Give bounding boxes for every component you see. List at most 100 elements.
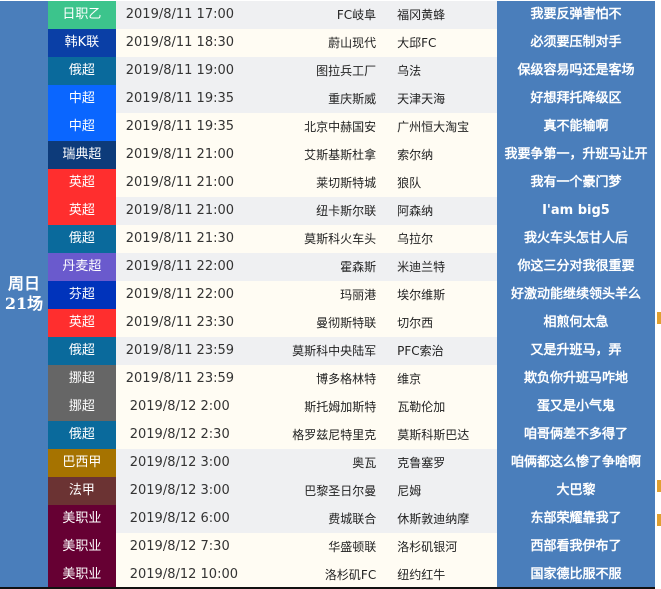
day-name: 周日 — [7, 274, 40, 293]
match-time: 2019/8/11 21:00 — [125, 147, 235, 162]
match-row[interactable]: 巴西甲 2019/8/12 3:00 奥瓦 克鲁塞罗 咱俩都这么惨了争啥啊 — [48, 449, 655, 477]
day-label: 周日 21场 — [0, 1, 48, 587]
home-team: 莫斯科火车头 — [304, 232, 377, 246]
match-comment: 国家德比服不服 — [496, 561, 655, 589]
match-time: 2019/8/11 23:59 — [125, 371, 235, 386]
match-row[interactable]: 韩K联 2019/8/11 18:30 蔚山现代 大邱FC 必须要压制对手 — [48, 29, 656, 57]
match-row[interactable]: 俄超 2019/8/12 2:30 格罗兹尼特里克 莫斯科斯巴达 咱哥俩差不多得了 — [48, 421, 655, 449]
home-team: 纽卡斯尔联 — [316, 204, 377, 218]
match-row[interactable]: 美职业 2019/8/12 6:00 费城联合 休斯敦迪纳摩 东部荣耀靠我了 — [48, 505, 655, 533]
side-marker — [657, 312, 661, 324]
match-time: 2019/8/11 19:35 — [125, 119, 235, 134]
match-time: 2019/8/12 10:00 — [129, 567, 238, 582]
match-comment: 你这三分对我很重要 — [496, 253, 656, 281]
match-row[interactable]: 中超 2019/8/11 19:35 重庆斯威 天津天海 好想拜托降级区 — [48, 85, 656, 113]
league-badge: 美职业 — [48, 505, 116, 533]
match-comment: 相煎何太急 — [496, 309, 656, 337]
match-row[interactable]: 日职乙 2019/8/11 17:00 FC岐阜 福冈黄蜂 我要反弹害怕不 — [48, 1, 656, 29]
league-badge: 英超 — [48, 197, 116, 225]
away-team: PFC索治 — [397, 344, 444, 358]
home-team: 斯托姆加斯特 — [304, 400, 377, 414]
match-row[interactable]: 俄超 2019/8/11 21:30 莫斯科火车头 乌拉尔 我火车头怎甘人后 — [48, 225, 656, 253]
match-time: 2019/8/11 17:00 — [125, 7, 235, 22]
home-team: 北京中赫国安 — [304, 120, 377, 134]
league-badge: 美职业 — [48, 533, 116, 561]
match-time: 2019/8/12 2:00 — [129, 399, 230, 414]
league-badge: 丹麦超 — [48, 253, 116, 281]
match-comment: 必须要压制对手 — [496, 29, 656, 57]
match-time: 2019/8/12 6:00 — [129, 511, 230, 526]
away-team: 阿森纳 — [397, 204, 434, 218]
league-badge: 挪超 — [48, 393, 116, 421]
league-badge: 中超 — [48, 85, 116, 113]
match-row[interactable]: 挪超 2019/8/11 23:59 博多格林特 维京 欺负你升班马咋地 — [48, 365, 656, 393]
match-comment: 保级容易吗还是客场 — [496, 57, 656, 85]
away-team: 纽约红牛 — [397, 568, 446, 582]
match-time: 2019/8/12 3:00 — [129, 483, 230, 498]
match-row[interactable]: 中超 2019/8/11 19:35 北京中赫国安 广州恒大淘宝 真不能输啊 — [48, 113, 656, 141]
match-row[interactable]: 美职业 2019/8/12 10:00 洛杉矶FC 纽约红牛 国家德比服不服 — [48, 561, 655, 589]
home-team: 曼彻斯特联 — [316, 316, 377, 330]
home-team: 玛丽港 — [340, 288, 377, 302]
home-team: 莱切斯特城 — [316, 176, 377, 190]
match-time: 2019/8/11 18:30 — [125, 35, 235, 50]
match-row[interactable]: 瑞典超 2019/8/11 21:00 艾斯基斯杜拿 索尔纳 我要争第一，升班马让开 — [48, 141, 656, 169]
away-team: 广州恒大淘宝 — [397, 120, 470, 134]
match-time: 2019/8/12 2:30 — [129, 427, 230, 442]
match-comment: I'am big5 — [496, 197, 656, 225]
away-team: 尼姆 — [397, 484, 422, 498]
away-team: 福冈黄蜂 — [397, 8, 446, 22]
home-team: 巴黎圣日尔曼 — [304, 484, 377, 498]
match-comment: 西部看我伊布了 — [496, 533, 655, 561]
side-marker — [657, 480, 661, 492]
home-team: 图拉兵工厂 — [316, 64, 377, 78]
home-team: 洛杉矶FC — [324, 568, 377, 582]
match-table: 日职乙 2019/8/11 17:00 FC岐阜 福冈黄蜂 我要反弹害怕不 韩K联 2019… — [48, 1, 656, 589]
match-row[interactable]: 丹麦超 2019/8/11 22:00 霍森斯 米迪兰特 你这三分对我很重要 — [48, 253, 656, 281]
match-row[interactable]: 英超 2019/8/11 21:00 莱切斯特城 狼队 我有一个豪门梦 — [48, 169, 656, 197]
match-time: 2019/8/11 22:00 — [125, 259, 235, 274]
match-row[interactable]: 法甲 2019/8/12 3:00 巴黎圣日尔曼 尼姆 大巴黎 — [48, 477, 655, 505]
home-team: 华盛顿联 — [328, 540, 377, 554]
match-row[interactable]: 芬超 2019/8/11 22:00 玛丽港 埃尔维斯 好激动能继续领头羊么 — [48, 281, 656, 309]
home-team: 蔚山现代 — [328, 36, 377, 50]
league-badge: 俄超 — [48, 421, 116, 449]
league-badge: 中超 — [48, 113, 116, 141]
match-count: 21场 — [4, 294, 44, 313]
match-time: 2019/8/11 21:30 — [125, 231, 235, 246]
league-badge: 挪超 — [48, 365, 116, 393]
league-badge: 英超 — [48, 309, 116, 337]
home-team: 格罗兹尼特里克 — [292, 428, 377, 442]
league-badge: 俄超 — [48, 57, 116, 85]
league-badge: 法甲 — [48, 477, 116, 505]
match-row[interactable]: 挪超 2019/8/12 2:00 斯托姆加斯特 瓦勒伦加 蛋又是小气鬼 — [48, 393, 655, 421]
match-comment: 东部荣耀靠我了 — [496, 505, 655, 533]
match-row[interactable]: 俄超 2019/8/11 19:00 图拉兵工厂 乌法 保级容易吗还是客场 — [48, 57, 656, 85]
away-team: 切尔西 — [397, 316, 434, 330]
match-comment: 好激动能继续领头羊么 — [496, 281, 656, 309]
away-team: 大邱FC — [397, 36, 437, 50]
home-team: 霍森斯 — [340, 260, 377, 274]
match-comment: 我要反弹害怕不 — [496, 1, 656, 29]
match-comment: 又是升班马，弄 — [496, 337, 656, 365]
side-marker — [657, 514, 661, 526]
match-row[interactable]: 英超 2019/8/11 23:30 曼彻斯特联 切尔西 相煎何太急 — [48, 309, 656, 337]
home-team: 奥瓦 — [352, 456, 377, 470]
league-badge: 英超 — [48, 169, 116, 197]
away-team: 洛杉矶银河 — [397, 540, 458, 554]
league-badge: 美职业 — [48, 561, 116, 589]
match-time: 2019/8/11 22:00 — [125, 287, 235, 302]
league-badge: 瑞典超 — [48, 141, 116, 169]
league-badge: 俄超 — [48, 225, 116, 253]
away-team: 埃尔维斯 — [397, 288, 446, 302]
away-team: 莫斯科斯巴达 — [397, 428, 470, 442]
match-row[interactable]: 俄超 2019/8/11 23:59 莫斯科中央陆军 PFC索治 又是升班马，弄 — [48, 337, 656, 365]
away-team: 乌拉尔 — [397, 232, 434, 246]
match-comment: 欺负你升班马咋地 — [496, 365, 656, 393]
home-team: 莫斯科中央陆军 — [292, 344, 377, 358]
away-team: 米迪兰特 — [397, 260, 446, 274]
match-row[interactable]: 美职业 2019/8/12 7:30 华盛顿联 洛杉矶银河 西部看我伊布了 — [48, 533, 655, 561]
match-time: 2019/8/12 7:30 — [129, 539, 230, 554]
match-row[interactable]: 英超 2019/8/11 21:00 纽卡斯尔联 阿森纳 I'am big5 — [48, 197, 656, 225]
match-time: 2019/8/11 19:35 — [125, 91, 235, 106]
